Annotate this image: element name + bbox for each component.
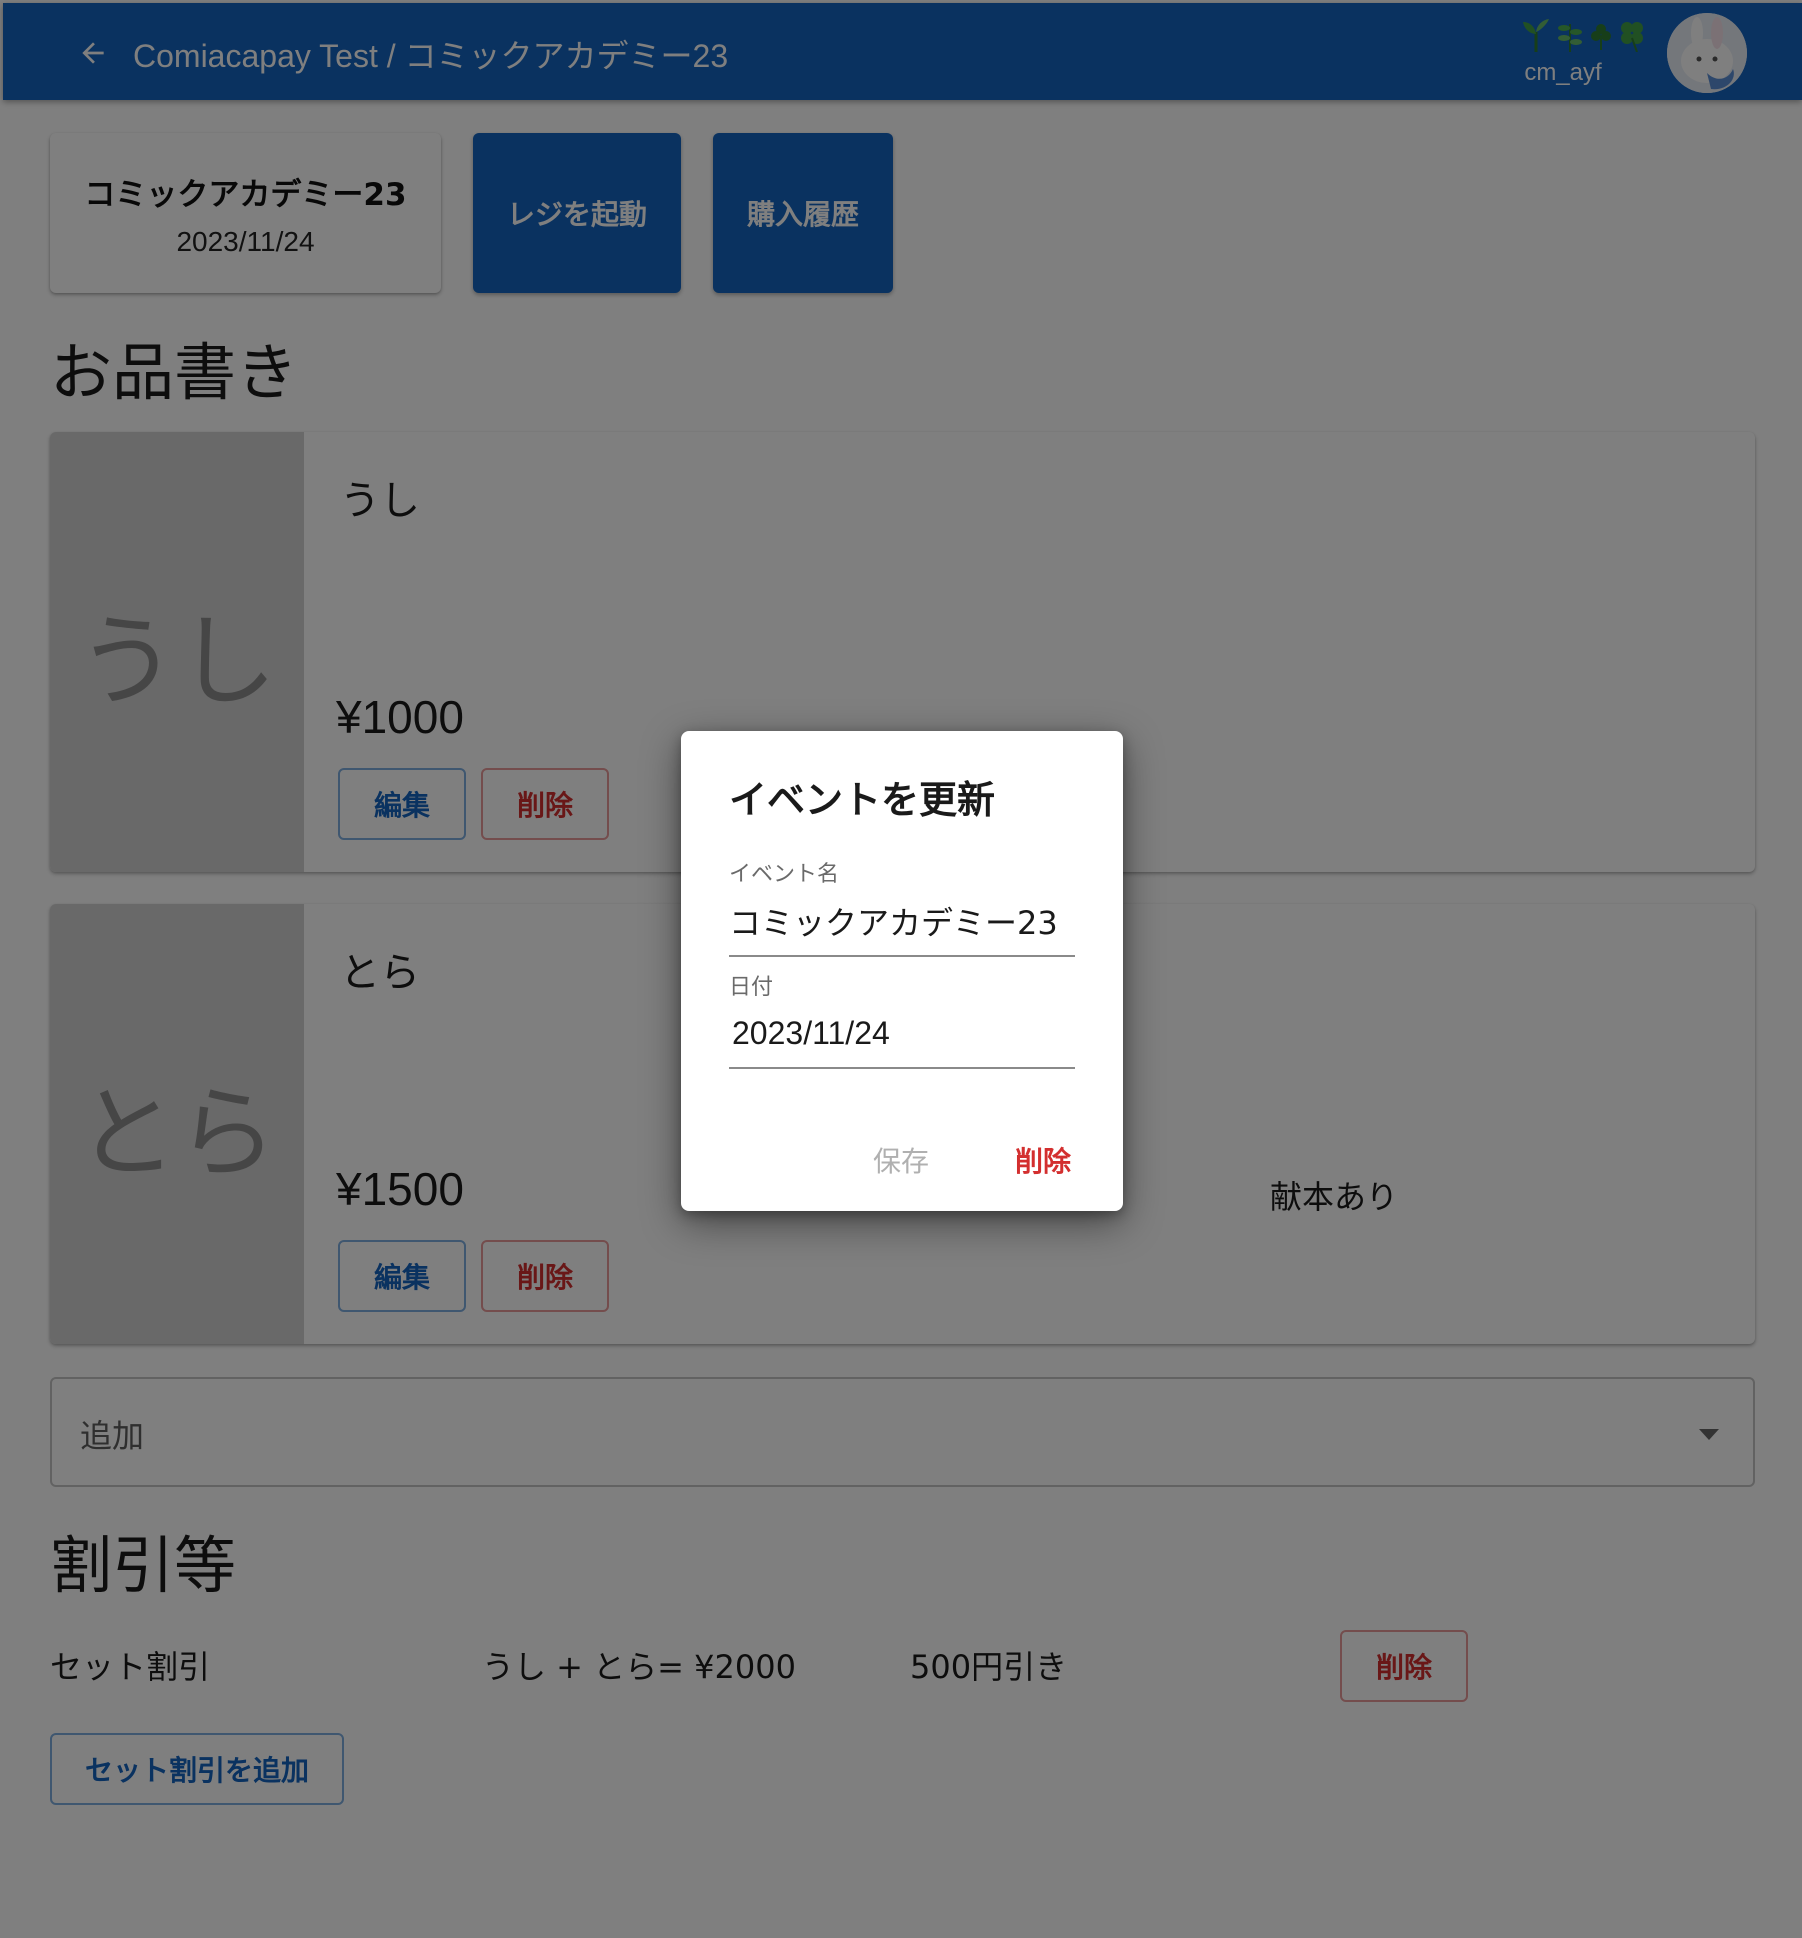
- event-name-input[interactable]: [729, 902, 1075, 940]
- event-date-field: 日付: [729, 969, 1078, 1069]
- update-event-dialog: イベントを更新 イベント名 日付 保存 削除: [681, 731, 1123, 1211]
- event-name-field: イベント名: [729, 856, 1075, 957]
- event-name-label: イベント名: [729, 862, 840, 887]
- save-button[interactable]: 保存: [851, 1135, 951, 1185]
- event-date-label: 日付: [729, 975, 774, 1000]
- dialog-title: イベントを更新: [729, 778, 996, 822]
- event-date-input[interactable]: [732, 1015, 1078, 1052]
- delete-event-button[interactable]: 削除: [993, 1135, 1093, 1185]
